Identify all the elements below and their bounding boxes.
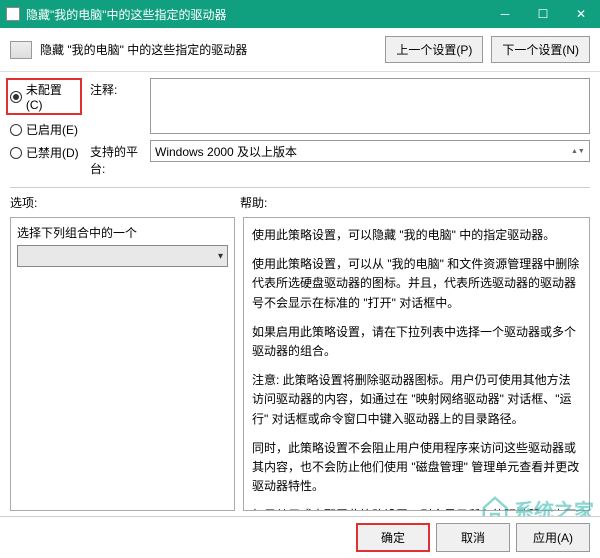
platform-field: Windows 2000 及以上版本 ▲▼ [150,140,590,162]
help-paragraph: 注意: 此策略设置将删除驱动器图标。用户仍可使用其他方法访问驱动器的内容，如通过… [252,371,581,429]
help-paragraph: 如果启用此策略设置，请在下拉列表中选择一个驱动器或多个驱动器的组合。 [252,323,581,361]
window-title: 隐藏"我的电脑"中的这些指定的驱动器 [26,6,486,23]
header-row: 隐藏 "我的电脑" 中的这些指定的驱动器 上一个设置(P) 下一个设置(N) [0,28,600,72]
close-button[interactable]: ✕ [562,0,600,28]
radio-disabled[interactable]: 已禁用(D) [10,144,82,161]
comment-label: 注释: [90,78,144,98]
next-setting-button[interactable]: 下一个设置(N) [491,36,590,63]
scroll-arrows-icon[interactable]: ▲▼ [571,148,585,155]
apply-button[interactable]: 应用(A) [516,523,590,552]
prev-setting-button[interactable]: 上一个设置(P) [385,36,483,63]
radio-icon [10,91,22,103]
drive-combination-dropdown[interactable]: ▾ [17,245,228,267]
help-label: 帮助: [240,194,267,211]
footer-buttons: 确定 取消 应用(A) [0,516,600,558]
column-headers: 选项: 帮助: [0,188,600,215]
radio-label: 已禁用(D) [26,144,79,161]
window-titlebar: 隐藏"我的电脑"中的这些指定的驱动器 ─ ☐ ✕ [0,0,600,28]
policy-icon [10,41,32,59]
comment-textarea[interactable] [150,78,590,134]
radio-icon [10,124,22,136]
help-paragraph: 如果禁用或未配置此策略设置，则会显示所有的驱动器，也可以在下拉列表中选择 "不限… [252,506,581,511]
platform-value: Windows 2000 及以上版本 [155,143,297,160]
radio-unconfigured[interactable]: 未配置(C) [6,78,82,115]
policy-title: 隐藏 "我的电脑" 中的这些指定的驱动器 [40,41,377,58]
body-panes: 选择下列组合中的一个 ▾ 使用此策略设置，可以隐藏 "我的电脑" 中的指定驱动器… [0,215,600,517]
config-section: 未配置(C) 已启用(E) 已禁用(D) 注释: 支持的平台: Windows … [0,72,600,181]
help-paragraph: 使用此策略设置，可以隐藏 "我的电脑" 中的指定驱动器。 [252,226,581,245]
ok-button[interactable]: 确定 [356,523,430,552]
cancel-button[interactable]: 取消 [436,523,510,552]
right-column: 注释: 支持的平台: Windows 2000 及以上版本 ▲▼ [90,78,590,177]
options-pane: 选择下列组合中的一个 ▾ [10,217,235,511]
chevron-down-icon: ▾ [218,251,223,262]
help-paragraph: 同时，此策略设置不会阻止用户使用程序来访问这些驱动器或其内容，也不会防止他们使用… [252,439,581,497]
select-label: 选择下列组合中的一个 [17,224,228,241]
help-pane[interactable]: 使用此策略设置，可以隐藏 "我的电脑" 中的指定驱动器。 使用此策略设置，可以从… [243,217,590,511]
help-paragraph: 使用此策略设置，可以从 "我的电脑" 和文件资源管理器中删除代表所选硬盘驱动器的… [252,255,581,313]
platform-label: 支持的平台: [90,140,144,177]
maximize-button[interactable]: ☐ [524,0,562,28]
radio-group: 未配置(C) 已启用(E) 已禁用(D) [10,78,82,177]
minimize-button[interactable]: ─ [486,0,524,28]
options-label: 选项: [10,194,240,211]
radio-label: 已启用(E) [26,121,78,138]
radio-icon [10,147,22,159]
radio-enabled[interactable]: 已启用(E) [10,121,82,138]
app-icon [6,7,20,21]
radio-label: 未配置(C) [26,81,78,112]
